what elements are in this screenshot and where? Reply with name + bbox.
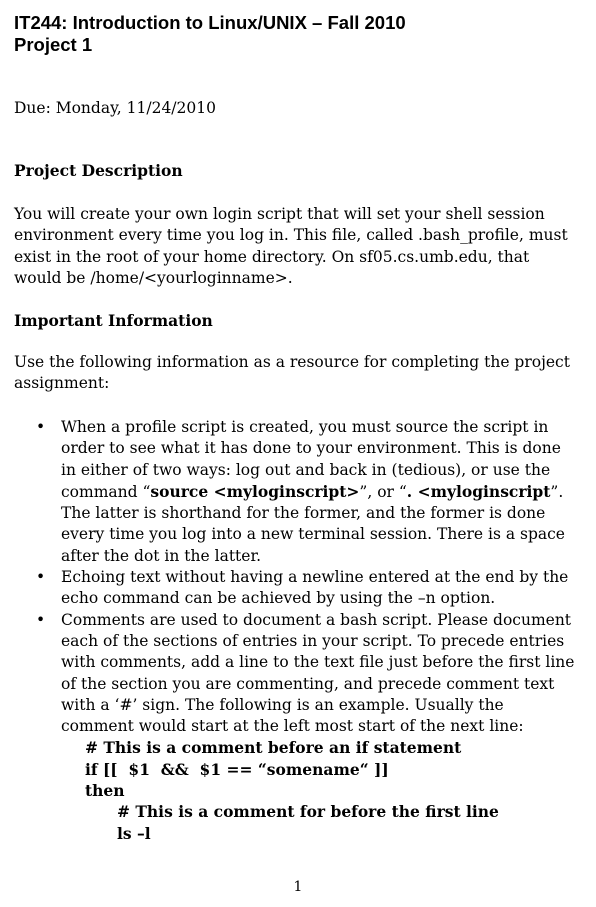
list-item: • When a profile script is created, you … — [0, 417, 576, 567]
list-item: • Comments are used to document a bash s… — [0, 610, 576, 844]
bullet-icon: • — [36, 568, 46, 587]
bullet-bold-command: . <myloginscript — [406, 481, 551, 501]
page-number: 1 — [293, 879, 303, 895]
code-line: then — [85, 781, 125, 801]
code-line: # This is a comment for before the first… — [117, 802, 499, 822]
title-line-2: Project 1 — [14, 34, 93, 55]
bullet-text: ”, or “ — [359, 482, 407, 501]
project-description-heading: Project Description — [14, 161, 183, 180]
bullet-icon: • — [36, 610, 46, 629]
important-information-heading: Important Information — [14, 311, 213, 330]
code-line: # This is a comment before an if stateme… — [85, 738, 462, 758]
title-line-1: IT244: Introduction to Linux/UNIX – Fall… — [14, 12, 406, 33]
bullet-icon: • — [36, 418, 46, 436]
document-page: IT244: Introduction to Linux/UNIX – Fall… — [0, 0, 596, 907]
bullet-text: Echoing text without having a newline en… — [61, 568, 569, 608]
code-line: if [[ $1 && $1 == “somename“ ]] — [85, 759, 389, 779]
list-item: • Echoing text without having a newline … — [0, 567, 576, 610]
bullet-bold-command: source <myloginscript> — [150, 481, 360, 501]
document-title: IT244: Introduction to Linux/UNIX – Fall… — [14, 12, 406, 56]
due-date: Due: Monday, 11/24/2010 — [14, 99, 216, 117]
bullet-text: Comments are used to document a bash scr… — [61, 610, 575, 736]
code-line: ls –l — [117, 823, 151, 843]
code-example: # This is a comment before an if stateme… — [61, 737, 576, 843]
project-description-paragraph: You will create your own login script th… — [14, 205, 568, 287]
important-information-intro: Use the following information as a resou… — [14, 353, 570, 393]
information-list: • When a profile script is created, you … — [0, 417, 596, 844]
